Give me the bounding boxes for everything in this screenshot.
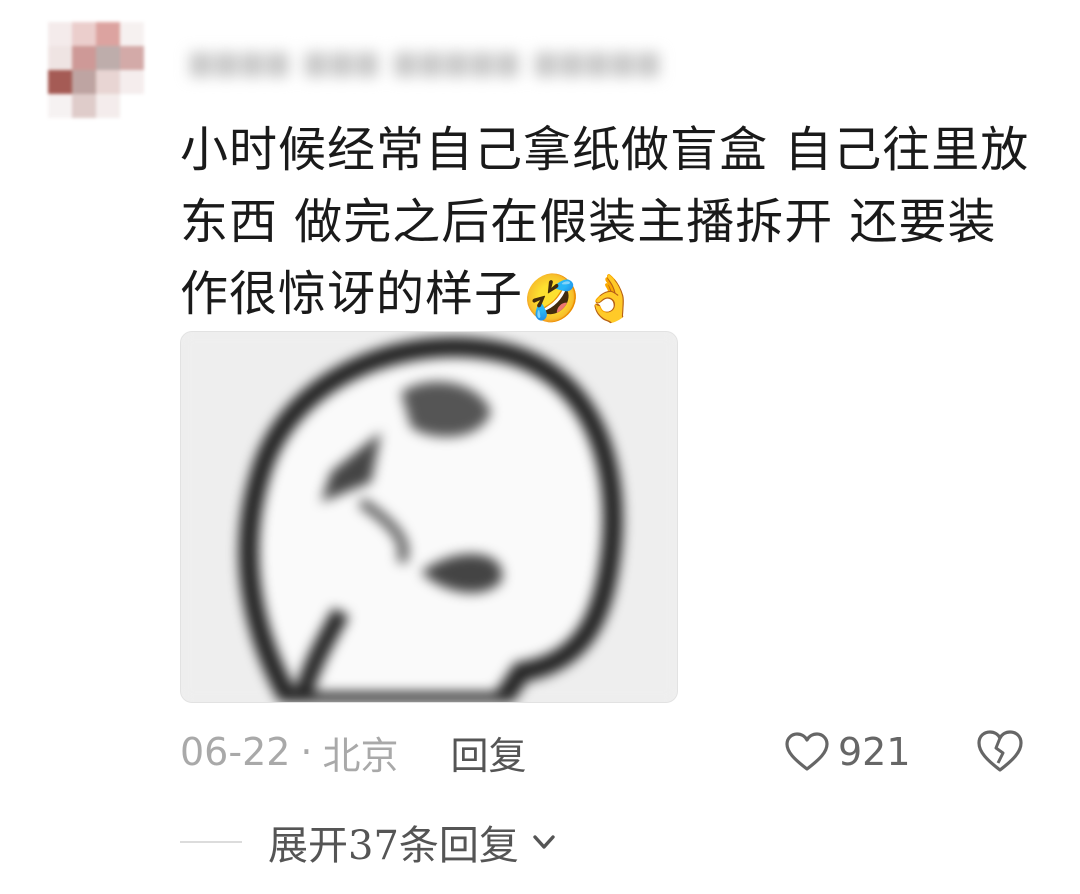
reply-button[interactable]: 回复	[451, 725, 527, 780]
like-button[interactable]: 921	[784, 724, 911, 780]
comment-date: 06-22	[180, 730, 291, 774]
ok-hand-emoji-icon: 👌	[581, 271, 640, 325]
comment-item: ▆▆▆▆ ▆▆▆ ▆▆▆▆▆ ▆▆▆▆▆ 小时候经常自己拿纸做盲盒 自己往里放东…	[0, 0, 1080, 894]
divider-line	[180, 841, 242, 843]
expand-replies-label: 展开37条回复	[268, 823, 519, 869]
meme-face-icon	[181, 332, 677, 702]
chevron-down-icon	[533, 835, 555, 849]
comment-text: 小时候经常自己拿纸做盲盒 自己往里放东西 做完之后在假装主播拆开 还要装作很惊讶…	[180, 114, 1040, 334]
broken-heart-icon[interactable]	[976, 728, 1024, 774]
expand-replies[interactable]: 展开37条回复	[180, 812, 559, 872]
comment-image[interactable]	[180, 331, 678, 703]
rofl-emoji-icon: 🤣	[523, 271, 582, 325]
meta-separator: ·	[300, 730, 313, 774]
comment-meta: 06-22 · 北京 回复	[180, 724, 527, 780]
like-count: 921	[838, 730, 911, 774]
username-redacted[interactable]: ▆▆▆▆ ▆▆▆ ▆▆▆▆▆ ▆▆▆▆▆	[190, 40, 659, 80]
avatar[interactable]	[48, 22, 144, 118]
comment-location: 北京	[322, 733, 399, 778]
heart-outline-icon	[785, 732, 829, 771]
